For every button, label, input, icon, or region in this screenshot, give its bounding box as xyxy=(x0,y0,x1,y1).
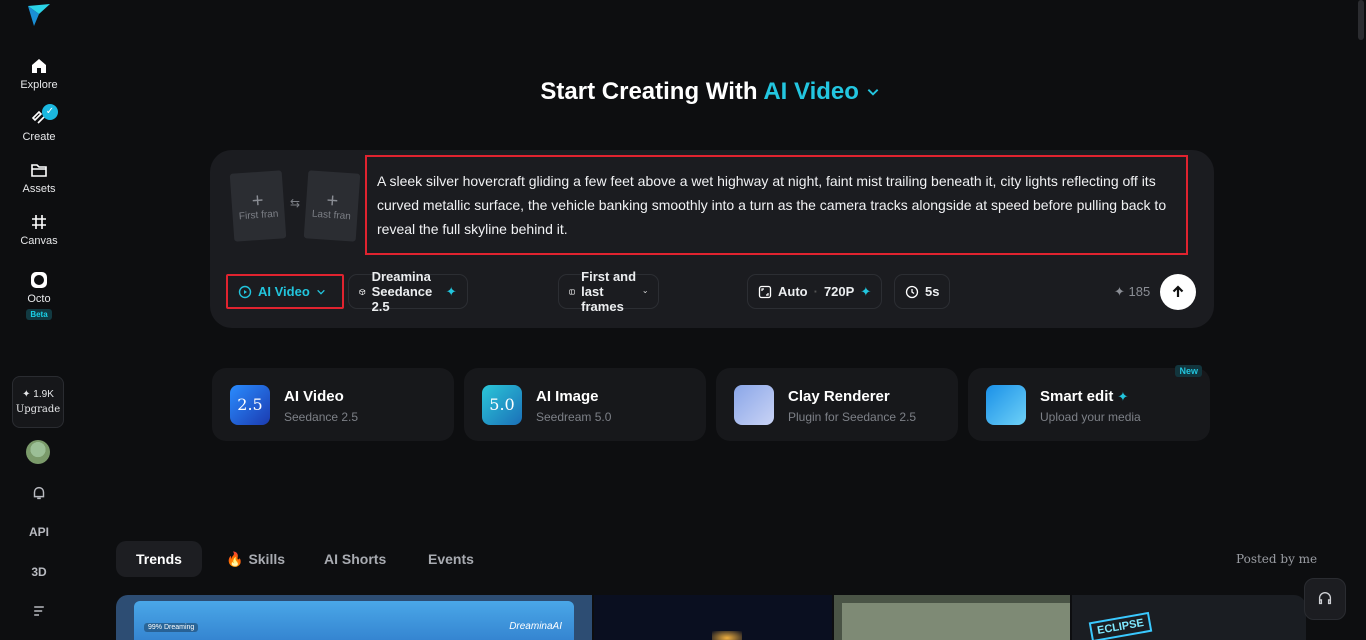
generate-button[interactable] xyxy=(1160,274,1196,310)
beta-badge: Beta xyxy=(26,309,52,320)
sparkle-icon: ✦ xyxy=(445,283,457,299)
gallery-tile[interactable]: ECLIPSE xyxy=(1072,595,1306,640)
duration-selector[interactable]: 5s xyxy=(894,274,951,309)
sidebar-item-label: Create xyxy=(22,131,56,143)
folder-icon xyxy=(31,164,47,177)
tab-skills[interactable]: 🔥 Skills xyxy=(206,541,305,577)
chevron-down-icon xyxy=(643,290,648,293)
avatar[interactable] xyxy=(26,440,50,464)
chevron-down-icon xyxy=(867,89,878,96)
seedream-thumb: 5.0 xyxy=(482,385,522,425)
api-link[interactable]: API xyxy=(0,525,78,539)
fire-icon: 🔥 xyxy=(226,550,244,567)
paper-plane-logo[interactable] xyxy=(26,2,52,28)
ratio-resolution-selector[interactable]: Auto · 720P ✦ xyxy=(747,274,883,309)
feature-card-ai-image[interactable]: 5.0 AI Image Seedream 5.0 xyxy=(464,368,706,441)
posted-by-me-toggle[interactable]: Posted by me xyxy=(1236,552,1317,566)
bell-icon[interactable] xyxy=(0,484,78,505)
feature-card-clay-renderer[interactable]: Clay Renderer Plugin for Seedance 2.5 xyxy=(716,368,958,441)
sidebar-item-label: Octo xyxy=(27,293,51,305)
tile-preview: 99% Dreaming DreaminaAI xyxy=(134,601,574,640)
arrow-up-icon xyxy=(1172,285,1184,297)
menu-icon[interactable] xyxy=(0,603,78,622)
tile-preview xyxy=(712,631,742,640)
scrollbar-thumb[interactable] xyxy=(1358,0,1364,40)
sidebar-item-octo[interactable]: Octo Beta xyxy=(0,270,78,320)
clock-icon xyxy=(905,285,919,298)
sidebar-item-canvas[interactable]: Canvas xyxy=(0,212,78,247)
prompt-input[interactable]: A sleek silver hovercraft gliding a few … xyxy=(365,155,1188,255)
gallery-tile[interactable] xyxy=(834,595,1070,640)
flower-thumb xyxy=(734,385,774,425)
frames-mode-dropdown[interactable]: First and last frames xyxy=(558,269,659,314)
model-selector[interactable]: Dreamina Seedance 2.5 ✦ xyxy=(348,269,468,314)
credit-cost: ✦ 185 xyxy=(1114,284,1151,299)
sparkle-icon: ✦ xyxy=(1117,389,1129,404)
octo-icon xyxy=(31,272,47,288)
plus-icon: + xyxy=(325,189,339,212)
sidebar-item-assets[interactable]: Assets xyxy=(0,160,78,195)
cube-icon xyxy=(359,288,366,295)
gallery-tile[interactable] xyxy=(594,595,832,640)
support-button[interactable] xyxy=(1304,578,1346,620)
chevron-down-icon xyxy=(316,289,325,295)
sparkle-icon: ✦ xyxy=(860,283,872,299)
swap-icon[interactable]: ⇆ xyxy=(290,196,300,210)
tab-events[interactable]: Events xyxy=(408,541,494,577)
new-badge: New xyxy=(1175,365,1202,377)
gallery-tile[interactable]: 99% Dreaming DreaminaAI xyxy=(116,595,592,640)
headset-icon xyxy=(1318,592,1332,605)
sidebar-item-create[interactable]: Create ✓ xyxy=(0,104,78,143)
tab-trends[interactable]: Trends xyxy=(116,541,202,577)
scrollbar[interactable] xyxy=(1356,0,1366,640)
divider: · xyxy=(813,284,818,299)
prompt-card: + First fran ⇆ + Last fran A sleek silve… xyxy=(210,150,1214,328)
video-play-icon xyxy=(238,285,252,298)
sidebar-item-label: Assets xyxy=(22,183,56,195)
tab-ai-shorts[interactable]: AI Shorts xyxy=(304,541,406,577)
mode-dropdown[interactable]: AI Video xyxy=(763,78,879,105)
check-badge-icon: ✓ xyxy=(42,104,58,120)
sidebar-item-label: Canvas xyxy=(20,235,58,247)
feature-card-ai-video[interactable]: 2.5 AI Video Seedance 2.5 xyxy=(212,368,454,441)
home-icon xyxy=(32,59,46,73)
three-d-link[interactable]: 3D xyxy=(0,565,78,579)
upgrade-button[interactable]: ✦ 1.9K Upgrade xyxy=(12,376,64,428)
tile-brand: DreaminaAI xyxy=(509,621,562,632)
credit-balance: ✦ 1.9K xyxy=(22,389,54,400)
feather-thumb xyxy=(986,385,1026,425)
plus-icon: + xyxy=(251,189,265,212)
aspect-ratio-icon xyxy=(758,285,772,298)
tile-sign: ECLIPSE xyxy=(1088,611,1153,640)
frames-icon xyxy=(569,289,575,294)
first-frame-upload[interactable]: + First fran xyxy=(229,170,287,242)
last-frame-upload[interactable]: + Last fran xyxy=(303,170,361,242)
canvas-grid-icon xyxy=(32,215,46,229)
page-title: Start Creating With AI Video xyxy=(0,78,1366,106)
upgrade-label: Upgrade xyxy=(15,404,61,415)
feature-card-smart-edit[interactable]: Smart edit ✦ Upload your media New xyxy=(968,365,1210,441)
type-dropdown[interactable]: AI Video xyxy=(226,274,344,309)
tile-badge: 99% Dreaming xyxy=(144,623,199,632)
seedance-thumb: 2.5 xyxy=(230,385,270,425)
tile-preview xyxy=(842,603,1070,640)
